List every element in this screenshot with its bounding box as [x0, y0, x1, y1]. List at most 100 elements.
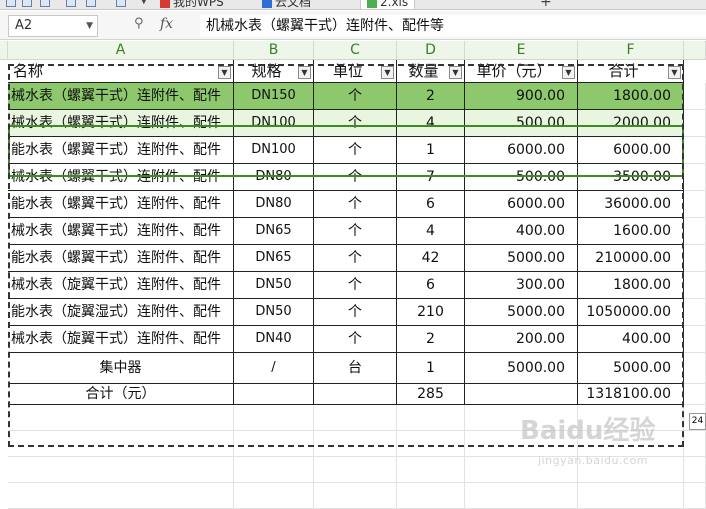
table-cell[interactable]: 210 [397, 299, 465, 326]
table-cell[interactable]: 械水表（旋翼干式）连附件、配件 [8, 272, 234, 299]
empty-cell[interactable] [397, 483, 465, 509]
column-header-c[interactable]: C [314, 41, 397, 60]
filter-dropdown-icon[interactable]: ▼ [381, 66, 394, 79]
table-cell[interactable]: 能水表（螺翼干式）连附件、配件 [8, 245, 234, 272]
empty-cell[interactable] [234, 483, 314, 509]
empty-cell[interactable] [684, 110, 706, 137]
name-box[interactable]: A2 ▼ [8, 15, 98, 37]
table-cell[interactable]: 1050000.00 [578, 299, 684, 326]
table-cell[interactable]: 个 [314, 299, 397, 326]
undo-icon[interactable] [86, 0, 96, 7]
empty-cell[interactable] [684, 164, 706, 191]
empty-cell[interactable] [397, 457, 465, 483]
empty-cell[interactable] [8, 431, 234, 457]
table-cell[interactable]: DN100 [234, 110, 314, 137]
table-cell[interactable]: 个 [314, 272, 397, 299]
table-cell[interactable]: DN50 [234, 272, 314, 299]
empty-cell[interactable] [397, 405, 465, 431]
table-cell[interactable]: 400.00 [578, 326, 684, 353]
empty-cell[interactable] [397, 431, 465, 457]
total-cell[interactable]: 合计（元） [8, 384, 234, 405]
table-cell[interactable]: 个 [314, 110, 397, 137]
total-cell[interactable]: 1318100.00 [578, 384, 684, 405]
column-header-g[interactable] [684, 41, 706, 60]
column-header-d[interactable]: D [397, 41, 465, 60]
filter-dropdown-icon[interactable]: ▼ [562, 66, 575, 79]
table-cell[interactable]: 个 [314, 137, 397, 164]
empty-cell[interactable] [684, 384, 706, 405]
table-cell[interactable]: DN150 [234, 83, 314, 110]
empty-cell[interactable] [684, 353, 706, 384]
table-cell[interactable]: 个 [314, 326, 397, 353]
new-tab-icon[interactable]: + [540, 0, 552, 9]
table-cell[interactable]: 900.00 [465, 83, 578, 110]
table-cell[interactable]: 1800.00 [578, 272, 684, 299]
filter-dropdown-icon[interactable]: ▼ [218, 66, 231, 79]
table-cell[interactable]: 5000.00 [465, 299, 578, 326]
total-cell[interactable] [314, 384, 397, 405]
table-cell[interactable]: 1 [397, 353, 465, 384]
total-cell[interactable] [465, 384, 578, 405]
table-cell[interactable]: 集中器 [8, 353, 234, 384]
empty-cell[interactable] [314, 457, 397, 483]
formula-input[interactable]: 机械水表（螺翼干式）连附件、配件等 [200, 15, 706, 37]
app-icon[interactable] [6, 0, 16, 7]
empty-cell[interactable] [234, 457, 314, 483]
table-cell[interactable]: 5000.00 [578, 353, 684, 384]
table-cell[interactable]: 6 [397, 272, 465, 299]
fx-icon[interactable]: fx [160, 16, 173, 32]
table-cell[interactable]: DN65 [234, 218, 314, 245]
empty-cell[interactable] [578, 483, 684, 509]
tab-2-xls[interactable]: 2.xls [360, 0, 416, 9]
column-header-a[interactable]: A [8, 41, 234, 60]
empty-cell[interactable] [465, 483, 578, 509]
chevron-down-icon[interactable]: ▼ [86, 16, 93, 36]
table-cell[interactable]: 械水表（旋翼干式）连附件、配件 [8, 326, 234, 353]
preview-icon[interactable] [66, 0, 76, 7]
tab-cloud-docs[interactable]: 云文档 [262, 0, 311, 9]
table-cell[interactable]: 个 [314, 218, 397, 245]
table-cell[interactable]: 500.00 [465, 164, 578, 191]
filter-dropdown-icon[interactable]: ▼ [298, 66, 311, 79]
empty-cell[interactable] [684, 191, 706, 218]
table-cell[interactable]: 210000.00 [578, 245, 684, 272]
table-cell[interactable]: DN80 [234, 164, 314, 191]
column-header-b[interactable]: B [234, 41, 314, 60]
table-cell[interactable]: 5000.00 [465, 353, 578, 384]
table-cell[interactable]: 3500.00 [578, 164, 684, 191]
table-cell[interactable]: 6000.00 [578, 137, 684, 164]
table-cell[interactable]: / [234, 353, 314, 384]
table-cell[interactable]: DN40 [234, 326, 314, 353]
header-cell[interactable]: 名称 ▼ [8, 60, 234, 83]
header-cell[interactable]: 数量 ▼ [397, 60, 465, 83]
column-header-e[interactable]: E [465, 41, 578, 60]
column-header-f[interactable]: F [578, 41, 684, 60]
table-cell[interactable]: 械水表（螺翼干式）连附件、配件 [8, 83, 234, 110]
table-cell[interactable]: 6 [397, 191, 465, 218]
table-cell[interactable]: DN65 [234, 245, 314, 272]
table-cell[interactable]: DN80 [234, 191, 314, 218]
zoom-icon[interactable]: ⚲ [134, 17, 148, 31]
table-cell[interactable]: 7 [397, 164, 465, 191]
table-cell[interactable]: 500.00 [465, 110, 578, 137]
table-cell[interactable]: DN50 [234, 299, 314, 326]
header-cell[interactable]: 合计 ▼ [578, 60, 684, 83]
redo-icon[interactable] [116, 0, 126, 7]
empty-cell[interactable] [8, 483, 234, 509]
table-cell[interactable]: 2 [397, 83, 465, 110]
empty-cell[interactable] [684, 299, 706, 326]
table-cell[interactable]: 能水表（螺翼干式）连附件、配件 [8, 137, 234, 164]
table-cell[interactable]: 4 [397, 218, 465, 245]
table-cell[interactable]: 4 [397, 110, 465, 137]
print-icon[interactable] [40, 0, 50, 7]
total-cell[interactable] [234, 384, 314, 405]
filter-dropdown-icon[interactable]: ▼ [449, 66, 462, 79]
header-cell[interactable]: 规格 ▼ [234, 60, 314, 83]
empty-cell[interactable] [234, 431, 314, 457]
header-cell[interactable]: 单价（元） ▼ [465, 60, 578, 83]
empty-cell[interactable] [8, 457, 234, 483]
table-cell[interactable]: DN100 [234, 137, 314, 164]
empty-cell[interactable] [314, 483, 397, 509]
empty-cell[interactable] [684, 272, 706, 299]
select-all-corner[interactable] [0, 41, 8, 60]
